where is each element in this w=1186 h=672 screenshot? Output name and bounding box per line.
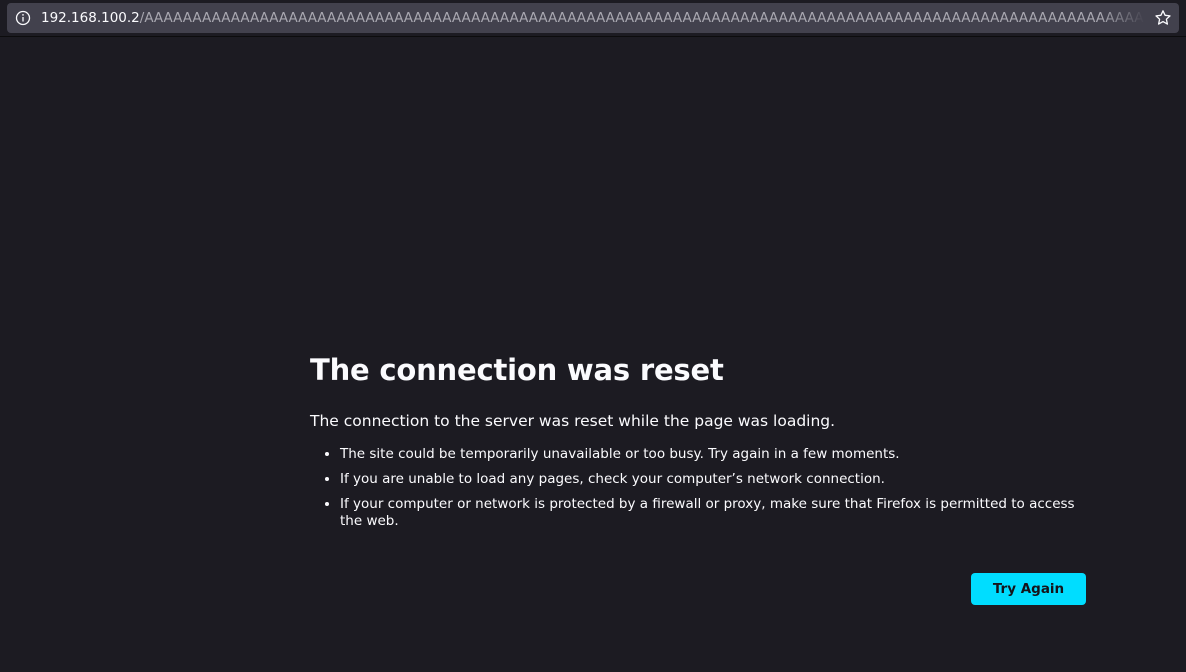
list-item: The site could be temporarily unavailabl… [340, 446, 1086, 463]
try-again-button[interactable]: Try Again [971, 573, 1086, 605]
error-suggestions: The site could be temporarily unavailabl… [310, 446, 1086, 530]
url-text[interactable]: 192.168.100.2/AAAAAAAAAAAAAAAAAAAAAAAAAA… [41, 3, 1145, 33]
browser-toolbar: 192.168.100.2/AAAAAAAAAAAAAAAAAAAAAAAAAA… [0, 0, 1186, 37]
url-host: 192.168.100.2 [41, 10, 140, 26]
list-item: If your computer or network is protected… [340, 496, 1086, 530]
error-description: The connection to the server was reset w… [310, 412, 836, 430]
list-item: If you are unable to load any pages, che… [340, 471, 1086, 488]
error-message: The connection was reset The connection … [310, 350, 1086, 538]
url-path: /AAAAAAAAAAAAAAAAAAAAAAAAAAAAAAAAAAAAAAA… [139, 10, 1145, 26]
url-bar[interactable]: 192.168.100.2/AAAAAAAAAAAAAAAAAAAAAAAAAA… [7, 3, 1179, 33]
star-icon[interactable] [1154, 9, 1172, 27]
info-icon[interactable] [14, 9, 32, 27]
error-title: The connection was reset [310, 353, 724, 387]
